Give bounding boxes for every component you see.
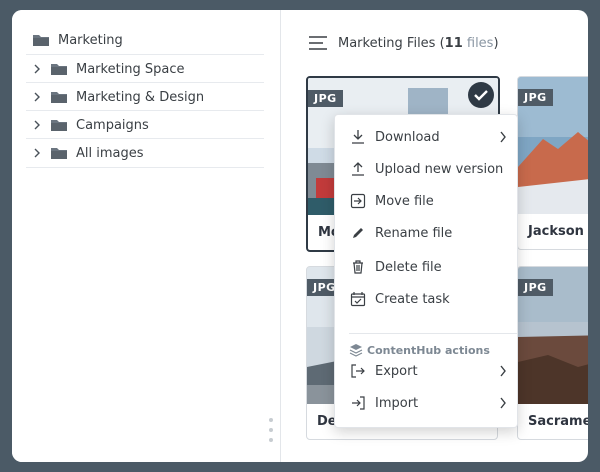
sidebar-item-campaigns[interactable]: Campaigns — [26, 110, 264, 139]
upload-icon — [349, 160, 367, 178]
menu-item-upload-new-version[interactable]: Upload new version — [335, 155, 517, 183]
menu-item-import[interactable]: Import — [335, 389, 517, 417]
menu-item-export[interactable]: Export — [335, 357, 517, 385]
selected-check-icon[interactable] — [468, 82, 494, 108]
resize-handle[interactable] — [268, 418, 274, 452]
sidebar-item-all-images[interactable]: All images — [26, 138, 264, 168]
import-icon — [349, 394, 367, 412]
file-card[interactable]: JPG Sacramen — [517, 266, 588, 440]
tree-root-marketing[interactable]: Marketing — [26, 26, 264, 54]
folder-icon — [50, 90, 68, 104]
menu-divider — [349, 333, 517, 334]
menu-item-delete-file[interactable]: Delete file — [335, 253, 517, 281]
file-count: 11 — [444, 35, 463, 51]
pencil-icon — [349, 224, 367, 242]
calendar-check-icon — [349, 290, 367, 308]
sidebar-item-label: Campaigns — [76, 117, 149, 133]
files-header: Marketing Files (11 files) — [308, 32, 499, 54]
tree-root-label: Marketing — [58, 32, 123, 48]
move-file-icon — [349, 192, 367, 210]
file-type-badge: JPG — [518, 89, 553, 106]
chevron-right-icon[interactable] — [30, 118, 44, 132]
sidebar-item-label: Marketing Space — [76, 61, 185, 77]
page-title: Marketing Files (11 files) — [338, 35, 499, 51]
file-card[interactable]: JPG Jackson — [517, 76, 588, 250]
sidebar-item-label: All images — [76, 145, 144, 161]
chevron-right-icon — [499, 397, 507, 413]
chevron-right-icon — [499, 131, 507, 147]
menu-item-rename-file[interactable]: Rename file — [335, 219, 517, 247]
menu-section-header: ContentHub actions — [349, 343, 490, 357]
chevron-right-icon[interactable] — [30, 62, 44, 76]
chevron-right-icon[interactable] — [30, 90, 44, 104]
download-icon — [349, 128, 367, 146]
menu-item-create-task[interactable]: Create task — [335, 285, 517, 313]
chevron-right-icon[interactable] — [30, 146, 44, 160]
menu-item-move-file[interactable]: Move file — [335, 187, 517, 215]
folder-icon — [50, 62, 68, 76]
folder-icon — [50, 118, 68, 132]
app-window: Marketing Marketing Space Marketing & De… — [12, 10, 588, 462]
trash-icon — [349, 258, 367, 276]
file-type-badge: JPG — [518, 279, 553, 296]
menu-item-download[interactable]: Download — [335, 123, 517, 151]
file-context-menu: Download Upload new version Move file Re… — [334, 114, 518, 428]
hamburger-menu-icon[interactable] — [308, 35, 328, 51]
folder-tree-sidebar: Marketing Marketing Space Marketing & De… — [12, 10, 281, 462]
sidebar-item-marketing-space[interactable]: Marketing Space — [26, 54, 264, 83]
chevron-right-icon — [499, 365, 507, 381]
folder-icon — [50, 146, 68, 160]
export-icon — [349, 362, 367, 380]
folder-icon — [32, 33, 50, 47]
sidebar-item-marketing-design[interactable]: Marketing & Design — [26, 82, 264, 111]
file-type-badge: JPG — [308, 90, 343, 107]
file-name: Jackson — [528, 223, 584, 239]
layers-icon — [349, 343, 363, 357]
file-name: Sacramen — [528, 413, 588, 429]
sidebar-item-label: Marketing & Design — [76, 89, 205, 105]
